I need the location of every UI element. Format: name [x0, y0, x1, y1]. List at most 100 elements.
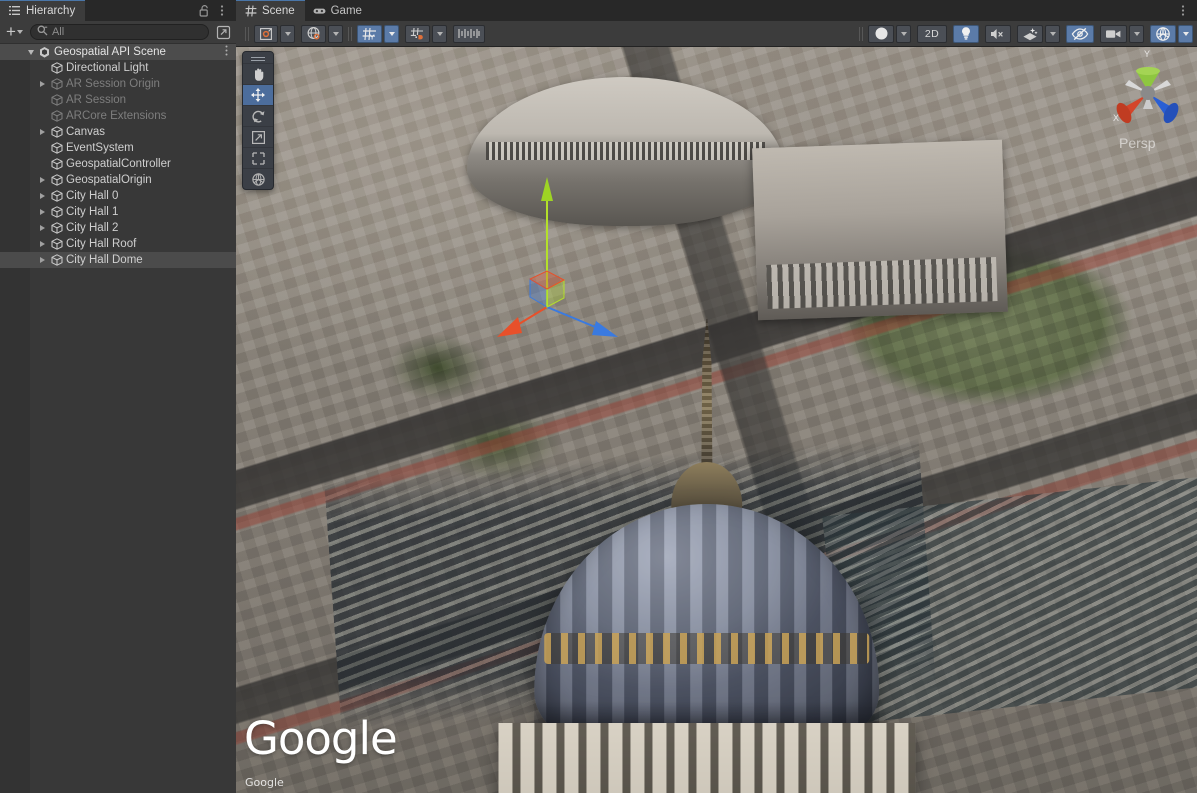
hierarchy-tree[interactable]: Geospatial API Scene Directional Light AR … [0, 44, 236, 793]
scene-lighting-button[interactable] [953, 25, 979, 43]
hierarchy-item-ar-session[interactable]: AR Session [0, 92, 236, 108]
draw-mode-button[interactable] [868, 25, 894, 43]
chevron-down-icon [1050, 32, 1056, 36]
scene-fx-button[interactable] [1017, 25, 1043, 43]
grid-axis-dropdown[interactable] [384, 25, 399, 43]
hierarchy-item-label: Directional Light [64, 62, 148, 74]
hierarchy-item-city-hall-roof[interactable]: City Hall Roof [0, 236, 236, 252]
toggle-2d-button[interactable]: 2D [917, 25, 947, 43]
hierarchy-item-geospatialcontroller[interactable]: GeospatialController [0, 156, 236, 172]
hierarchy-item-city-hall-2[interactable]: City Hall 2 [0, 220, 236, 236]
expand-arrow[interactable] [36, 177, 49, 183]
hierarchy-item-geospatialorigin[interactable]: GeospatialOrigin [0, 172, 236, 188]
expand-arrow[interactable] [36, 225, 49, 231]
move-tool-button[interactable] [243, 84, 273, 105]
view-tool-button[interactable] [243, 63, 273, 84]
snap-increment-slider[interactable] [453, 25, 485, 43]
gameobject-cube-icon [49, 94, 64, 106]
hierarchy-item-directional-light[interactable]: Directional Light [0, 60, 236, 76]
add-gameobject-button[interactable]: + [4, 23, 25, 41]
lightbulb-icon [960, 26, 972, 41]
expand-arrow[interactable] [36, 81, 49, 87]
gameobject-cube-icon [49, 174, 64, 186]
gizmo-projection-label[interactable]: Persp [1119, 135, 1156, 151]
scene-audio-button[interactable] [985, 25, 1011, 43]
kebab-menu-icon[interactable] [214, 2, 230, 19]
pivot-mode-dropdown[interactable] [280, 25, 295, 43]
chevron-right-icon [40, 81, 45, 87]
orientation-gizmo[interactable]: Y X Persp [1105, 51, 1191, 155]
rotate-tool-button[interactable] [243, 105, 273, 126]
search-input[interactable]: All [30, 24, 209, 40]
toolbar-separator-2 [859, 27, 863, 41]
google-watermark: Google [244, 712, 397, 765]
grid-snapping-dropdown[interactable] [432, 25, 447, 43]
scale-tool-button[interactable] [243, 126, 273, 147]
gizmos-group [1150, 25, 1193, 43]
tab-game-label: Game [331, 5, 362, 17]
scene-root-label: Geospatial API Scene [52, 46, 166, 58]
tab-scene[interactable]: Scene [236, 0, 305, 21]
grid-snapping-button[interactable] [405, 25, 430, 43]
rect-tool-button[interactable] [243, 147, 273, 168]
hierarchy-item-arcore-extensions[interactable]: ARCore Extensions [0, 108, 236, 124]
hierarchy-item-label: City Hall Dome [64, 254, 143, 266]
scene-camera-group [1100, 25, 1144, 43]
eye-off-icon [1071, 27, 1089, 41]
city-hall-dome-model [409, 316, 1005, 793]
expand-arrow[interactable] [36, 209, 49, 215]
tab-game[interactable]: Game [305, 0, 372, 21]
expand-arrow[interactable] [36, 193, 49, 199]
expand-arrow[interactable] [36, 129, 49, 135]
scene-fx-dropdown[interactable] [1045, 25, 1060, 43]
effects-icon [1022, 27, 1038, 41]
hierarchy-scene-root[interactable]: Geospatial API Scene [0, 44, 236, 60]
scene-camera-button[interactable] [1100, 25, 1127, 43]
expand-arrow[interactable] [36, 257, 49, 263]
gameobject-cube-icon [49, 190, 64, 202]
grid-axis-y-button[interactable]: Y [357, 25, 382, 43]
hierarchy-item-city-hall-1[interactable]: City Hall 1 [0, 204, 236, 220]
gizmos-globe-icon [1155, 26, 1171, 42]
tab-scene-label: Scene [262, 5, 295, 17]
chevron-right-icon [40, 241, 45, 247]
hierarchy-item-city-hall-0[interactable]: City Hall 0 [0, 188, 236, 204]
hierarchy-item-label: AR Session [64, 94, 126, 106]
hierarchy-item-canvas[interactable]: Canvas [0, 124, 236, 140]
hierarchy-item-ar-session-origin[interactable]: AR Session Origin [0, 76, 236, 92]
kebab-menu-icon[interactable] [225, 45, 236, 59]
pivot-mode-button[interactable] [254, 25, 278, 43]
transform-tool-button[interactable] [243, 168, 273, 189]
hierarchy-item-eventsystem[interactable]: EventSystem [0, 140, 236, 156]
hierarchy-tabbar: Hierarchy [0, 0, 236, 21]
chevron-down-icon [28, 50, 34, 55]
handle-rotation-dropdown[interactable] [328, 25, 343, 43]
lock-open-icon[interactable] [196, 2, 212, 19]
hierarchy-item-city-hall-dome[interactable]: City Hall Dome [0, 252, 236, 268]
toolbar-grip[interactable] [245, 27, 249, 41]
gizmos-dropdown[interactable] [1178, 25, 1193, 43]
handle-rotation-button[interactable] [301, 25, 326, 43]
gamepad-icon [313, 4, 326, 17]
tree-rows: Geospatial API Scene Directional Light AR … [0, 44, 236, 268]
grid-hash-icon [244, 4, 257, 17]
search-placeholder: All [52, 26, 64, 38]
scene-visibility-button[interactable] [1066, 25, 1094, 43]
hierarchy-item-label: EventSystem [64, 142, 134, 154]
kebab-menu-icon[interactable] [1175, 2, 1191, 19]
toggle-2d-label: 2D [925, 28, 939, 40]
palette-drag-handle[interactable] [243, 52, 273, 63]
scene-tool-palette [242, 51, 274, 190]
open-in-window-icon[interactable] [214, 23, 232, 41]
hierarchy-list-icon [8, 4, 21, 17]
expand-arrow[interactable] [36, 241, 49, 247]
scene-viewport[interactable]: Google Google [236, 47, 1197, 793]
gameobject-cube-icon [49, 254, 64, 266]
scene-camera-dropdown[interactable] [1129, 25, 1144, 43]
gameobject-cube-icon [49, 62, 64, 74]
chevron-down-icon [1183, 32, 1189, 36]
draw-mode-dropdown[interactable] [896, 25, 911, 43]
tab-hierarchy[interactable]: Hierarchy [0, 0, 85, 21]
scene-root-twisty[interactable] [24, 50, 37, 55]
gizmos-toggle-button[interactable] [1150, 25, 1176, 43]
